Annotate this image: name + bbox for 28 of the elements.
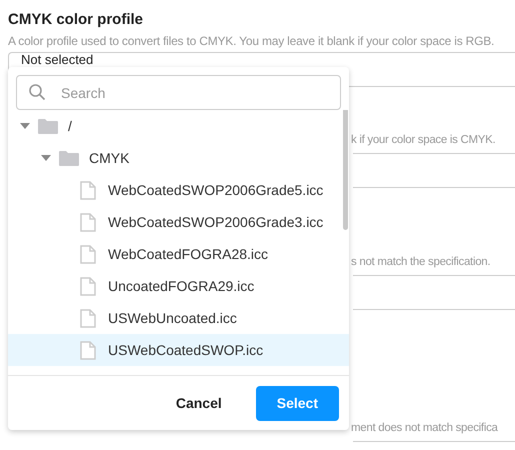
file-icon	[80, 180, 96, 200]
field-description: A color profile used to convert files to CMYK. You may leave it blank if your color space is RGB.	[8, 33, 496, 50]
tree-item[interactable]: WebCoatedSWOP2006Grade3.icc	[8, 206, 349, 238]
tree-item[interactable]: WebCoatedSWOP2006Grade5.icc	[8, 174, 349, 206]
input-field[interactable]	[353, 275, 515, 310]
tree-item[interactable]: UncoatedFOGRA29.icc	[8, 270, 349, 302]
search-icon	[28, 83, 46, 101]
caret-icon[interactable]	[20, 123, 30, 129]
file-icon	[80, 244, 96, 264]
tree-item[interactable]: WebCoatedFOGRA28.icc	[8, 238, 349, 270]
file-icon	[80, 276, 96, 296]
scrollbar[interactable]	[343, 110, 348, 230]
file-icon	[80, 308, 96, 328]
field-label: CMYK color profile	[8, 10, 144, 30]
field-description: s not match the specification.	[351, 256, 490, 268]
folder-icon	[59, 150, 79, 166]
caret-icon[interactable]	[41, 155, 51, 161]
field-description: k if your color space is CMYK.	[351, 134, 496, 146]
file-icon	[80, 212, 96, 232]
input-field[interactable]	[353, 153, 515, 188]
tree-item[interactable]: /	[8, 110, 349, 142]
field-description: ment does not match specifica	[351, 422, 498, 434]
tree-item[interactable]: USWebUncoated.icc	[8, 302, 349, 334]
search-field[interactable]: Search	[16, 75, 341, 110]
tree-item[interactable]: USWebCoatedSWOP.icc	[8, 334, 349, 366]
file-icon	[80, 340, 96, 360]
tree-item[interactable]: CMYK	[8, 142, 349, 174]
folder-icon	[38, 118, 58, 134]
